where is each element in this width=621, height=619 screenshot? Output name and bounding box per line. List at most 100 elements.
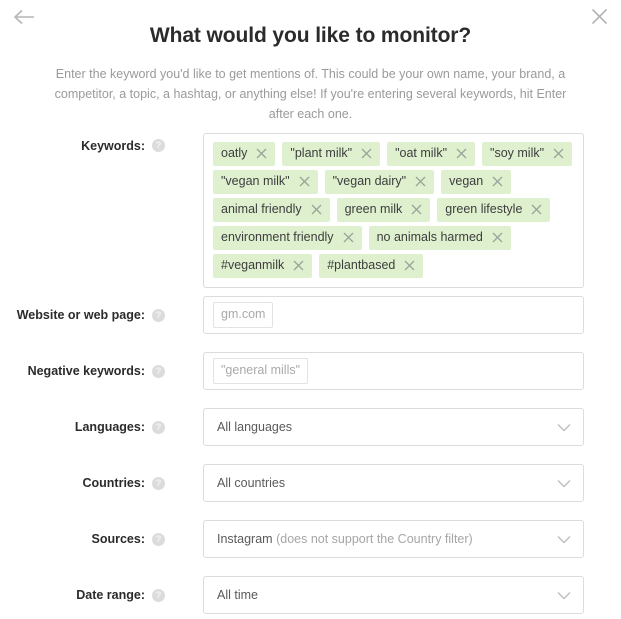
- remove-keyword-icon[interactable]: [553, 148, 564, 159]
- date-range-control: All time: [203, 576, 584, 614]
- keyword-tag[interactable]: "plant milk": [282, 142, 381, 166]
- form-row-languages: Languages: ? All languages: [0, 408, 621, 446]
- countries-label-group: Countries: ?: [0, 464, 165, 502]
- help-icon[interactable]: ?: [152, 476, 165, 490]
- sources-selected-value: Instagram (does not support the Country …: [217, 532, 473, 546]
- negative-keywords-input[interactable]: "general mills": [203, 352, 584, 390]
- keyword-tag-label: "vegan dairy": [332, 174, 407, 188]
- keyword-tag-list: oatly "plant milk" "oat milk" "soy milk" "ve…: [213, 142, 574, 278]
- help-icon[interactable]: ?: [152, 532, 165, 546]
- negative-keywords-label: Negative keywords:: [27, 364, 145, 378]
- form-row-keywords: Keywords: ? oatly "plant milk" "oat milk" "…: [0, 133, 621, 288]
- page-subtitle: Enter the keyword you'd like to get ment…: [54, 67, 567, 121]
- keyword-tag[interactable]: "vegan dairy": [324, 170, 435, 194]
- keyword-tag-label: "soy milk": [490, 146, 545, 160]
- form-row-countries: Countries: ? All countries: [0, 464, 621, 502]
- remove-keyword-icon[interactable]: [361, 148, 372, 159]
- sources-selected-main: Instagram: [217, 532, 273, 546]
- chevron-down-icon: [557, 535, 571, 544]
- keyword-tag-label: "oat milk": [395, 146, 448, 160]
- form-row-sources: Sources: ? Instagram (does not support t…: [0, 520, 621, 558]
- remove-keyword-icon[interactable]: [411, 204, 422, 215]
- sources-selected-note: (does not support the Country filter): [276, 532, 473, 546]
- languages-control: All languages: [203, 408, 584, 446]
- remove-keyword-icon[interactable]: [343, 232, 354, 243]
- remove-keyword-icon[interactable]: [456, 148, 467, 159]
- keyword-tag-label: oatly: [221, 146, 248, 160]
- chevron-down-icon: [557, 591, 571, 600]
- keyword-tag[interactable]: animal friendly: [213, 198, 330, 222]
- keyword-tag-label: environment friendly: [221, 230, 334, 244]
- remove-keyword-icon[interactable]: [492, 232, 503, 243]
- keywords-control: oatly "plant milk" "oat milk" "soy milk" "ve…: [203, 133, 584, 288]
- keyword-tag[interactable]: #veganmilk: [213, 254, 313, 278]
- keyword-tag-row: environment friendly no animals harmed: [213, 226, 574, 250]
- keyword-tag[interactable]: vegan: [441, 170, 512, 194]
- negative-keywords-label-group: Negative keywords: ?: [0, 352, 165, 390]
- keywords-input-box[interactable]: oatly "plant milk" "oat milk" "soy milk" "ve…: [203, 133, 584, 288]
- negative-keywords-control: "general mills": [203, 352, 584, 390]
- keyword-tag-row: oatly "plant milk" "oat milk" "soy milk": [213, 142, 574, 166]
- keyword-tag[interactable]: green lifestyle: [437, 198, 551, 222]
- keyword-tag-label: green lifestyle: [445, 202, 523, 216]
- keyword-tag-label: #veganmilk: [221, 258, 285, 272]
- remove-keyword-icon[interactable]: [299, 176, 310, 187]
- languages-label: Languages:: [74, 420, 145, 434]
- remove-keyword-icon[interactable]: [293, 260, 304, 271]
- keyword-tag-row: #veganmilk #plantbased: [213, 254, 574, 278]
- form-row-negative-keywords: Negative keywords: ? "general mills": [0, 352, 621, 390]
- website-control: gm.com: [203, 296, 584, 334]
- website-label: Website or web page:: [16, 308, 145, 322]
- negative-keywords-chip[interactable]: "general mills": [213, 358, 309, 384]
- keyword-tag-label: no animals harmed: [376, 230, 483, 244]
- keywords-label-group: Keywords: ?: [0, 133, 165, 173]
- keyword-tag-label: "plant milk": [290, 146, 353, 160]
- help-icon[interactable]: ?: [152, 139, 165, 152]
- keyword-tag-label: "vegan milk": [221, 174, 290, 188]
- countries-select[interactable]: All countries: [203, 464, 584, 502]
- keyword-tag[interactable]: "vegan milk": [213, 170, 318, 194]
- languages-label-group: Languages: ?: [0, 408, 165, 446]
- remove-keyword-icon[interactable]: [415, 176, 426, 187]
- remove-keyword-icon[interactable]: [404, 260, 415, 271]
- sources-label-group: Sources: ?: [0, 520, 165, 558]
- help-icon[interactable]: ?: [152, 420, 165, 434]
- keyword-tag-row: animal friendly green milk green lifestyle: [213, 198, 574, 222]
- languages-selected-value: All languages: [217, 420, 293, 434]
- keyword-tag[interactable]: no animals harmed: [368, 226, 511, 250]
- keyword-tag[interactable]: green milk: [336, 198, 431, 222]
- date-range-select[interactable]: All time: [203, 576, 584, 614]
- keyword-tag[interactable]: oatly: [213, 142, 276, 166]
- help-icon[interactable]: ?: [152, 308, 165, 322]
- keyword-tag-label: #plantbased: [327, 258, 396, 272]
- countries-label: Countries:: [82, 476, 146, 490]
- countries-control: All countries: [203, 464, 584, 502]
- website-label-group: Website or web page: ?: [0, 296, 165, 334]
- website-input[interactable]: gm.com: [203, 296, 584, 334]
- keyword-tag[interactable]: "soy milk": [482, 142, 573, 166]
- remove-keyword-icon[interactable]: [531, 204, 542, 215]
- keyword-tag-row: "vegan milk" "vegan dairy" vegan: [213, 170, 574, 194]
- form-row-date-range: Date range: ? All time: [0, 576, 621, 614]
- remove-keyword-icon[interactable]: [256, 148, 267, 159]
- countries-selected-value: All countries: [217, 476, 286, 490]
- languages-select[interactable]: All languages: [203, 408, 584, 446]
- keyword-tag[interactable]: #plantbased: [319, 254, 424, 278]
- form-row-website: Website or web page: ? gm.com: [0, 296, 621, 334]
- date-range-label-group: Date range: ?: [0, 576, 165, 614]
- website-chip[interactable]: gm.com: [213, 302, 274, 328]
- keyword-tag-label: vegan: [449, 174, 484, 188]
- keyword-tag[interactable]: environment friendly: [213, 226, 362, 250]
- remove-keyword-icon[interactable]: [492, 176, 503, 187]
- keywords-label: Keywords:: [81, 139, 145, 153]
- help-icon[interactable]: ?: [152, 588, 165, 602]
- remove-keyword-icon[interactable]: [311, 204, 322, 215]
- help-icon[interactable]: ?: [152, 364, 165, 378]
- keyword-tag-label: green milk: [344, 202, 403, 216]
- page-title: What would you like to monitor?: [149, 24, 472, 47]
- sources-select[interactable]: Instagram (does not support the Country …: [203, 520, 584, 558]
- chevron-down-icon: [557, 479, 571, 488]
- chevron-down-icon: [557, 423, 571, 432]
- keyword-tag-label: animal friendly: [221, 202, 302, 216]
- keyword-tag[interactable]: "oat milk": [387, 142, 476, 166]
